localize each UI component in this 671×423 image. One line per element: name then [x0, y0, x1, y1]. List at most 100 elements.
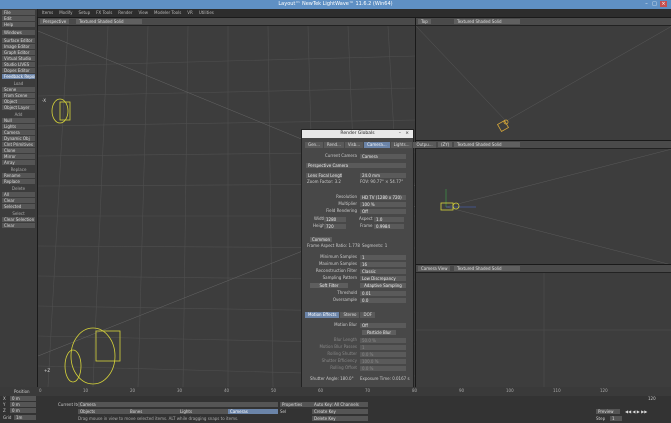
timeline[interactable]: 0 10 20 30 40 50 60 70 80 90 100 110 120: [37, 387, 671, 396]
load-scene-button[interactable]: Scene: [2, 87, 35, 92]
tab-lights[interactable]: Lights...: [390, 142, 413, 148]
camera-object[interactable]: [51, 98, 121, 385]
dialog-close-button[interactable]: ×: [405, 130, 409, 138]
blur-length-input[interactable]: 50.0 %: [360, 337, 406, 343]
graph-editor-button[interactable]: Graph Editor: [2, 50, 35, 55]
replace-button[interactable]: Replace: [2, 179, 35, 184]
aspect-input[interactable]: 1.0: [374, 216, 404, 222]
tab-modify[interactable]: Modify: [56, 9, 75, 17]
add-primitives-button[interactable]: Clnt Primitives: [2, 142, 35, 147]
play-controls-icon[interactable]: ◀◀ ◀ ▶ ▶▶: [625, 409, 647, 414]
load-object-layer-button[interactable]: Object Layer: [2, 105, 35, 110]
x-input[interactable]: 0 m: [10, 396, 36, 401]
particle-blur-toggle[interactable]: Particle Blur: [362, 330, 396, 335]
adaptive-sampling-toggle[interactable]: Adaptive Sampling: [360, 283, 406, 288]
tab-motion-effects[interactable]: Motion Effects: [305, 312, 340, 318]
feedback-report-button[interactable]: Feedback Report: [2, 74, 35, 79]
tab-items[interactable]: Items: [39, 9, 56, 17]
min-samples-input[interactable]: 1: [360, 254, 406, 260]
maximize-button[interactable]: □: [651, 1, 658, 7]
shutter-efficiency-input[interactable]: 100.0 %: [360, 358, 406, 364]
motion-blur-dropdown[interactable]: Off: [360, 322, 406, 328]
tab-fx-tools[interactable]: FX Tools: [93, 9, 115, 17]
tab-setup[interactable]: Setup: [75, 9, 93, 17]
tab-vr[interactable]: VR: [184, 9, 196, 17]
camera-viewport[interactable]: Camera View Textured Shaded Solid: [415, 264, 671, 388]
file-button[interactable]: File: [2, 10, 35, 15]
camera-type-dropdown[interactable]: Perspective Camera: [306, 162, 406, 168]
oversample-input[interactable]: 0.0: [360, 297, 406, 303]
add-dynamic-obj-button[interactable]: Dynamic Obj: [2, 136, 35, 141]
delete-all-button[interactable]: All: [2, 192, 35, 197]
camera-view-dropdown[interactable]: Camera View: [418, 266, 451, 271]
virtual-studio-button[interactable]: Virtual Studio: [2, 56, 35, 61]
array-button[interactable]: Array: [2, 160, 35, 165]
minimize-button[interactable]: –: [643, 1, 650, 7]
tab-view[interactable]: View: [136, 9, 152, 17]
bones-button[interactable]: Bones: [128, 409, 178, 414]
surface-editor-button[interactable]: Surface Editor: [2, 38, 35, 43]
tab-modeler-tools[interactable]: Modeler Tools: [151, 9, 184, 17]
cameras-button[interactable]: Cameras: [228, 409, 278, 414]
tab-output[interactable]: Outpu...: [413, 142, 436, 148]
max-samples-input[interactable]: 16: [360, 261, 406, 267]
delete-selected-button[interactable]: Selected: [2, 204, 35, 209]
camera-mode-dropdown[interactable]: Textured Shaded Solid: [454, 266, 520, 271]
step-input[interactable]: 1: [610, 416, 622, 421]
recon-filter-dropdown[interactable]: Classic: [360, 268, 406, 274]
tab-general[interactable]: Gen...: [305, 142, 323, 148]
current-camera-dropdown[interactable]: Camera: [360, 153, 406, 159]
threshold-input[interactable]: 0.01: [360, 290, 406, 296]
tab-visibility[interactable]: Visb...: [344, 142, 364, 148]
sampling-pattern-dropdown[interactable]: Low Discrepancy: [360, 275, 406, 281]
current-item-dropdown[interactable]: Camera: [78, 402, 278, 407]
load-from-scene-button[interactable]: From Scene: [2, 93, 35, 98]
right-camera-object[interactable]: [440, 202, 460, 211]
width-input[interactable]: 1280: [324, 216, 346, 222]
rename-button[interactable]: Rename: [2, 173, 35, 178]
delete-key-button[interactable]: Delete Key: [312, 416, 368, 421]
right-mode-dropdown[interactable]: Textured Shaded Solid: [454, 142, 520, 147]
dialog-minimize-button[interactable]: –: [399, 130, 401, 138]
tab-stereo[interactable]: Stereo: [340, 312, 360, 318]
grid-input[interactable]: 1m: [14, 415, 36, 420]
rolling-offset-input[interactable]: 0.0 %: [360, 365, 406, 371]
delete-clear-button[interactable]: Clear: [2, 198, 35, 203]
properties-button[interactable]: Properties: [280, 402, 312, 407]
blur-passes-input[interactable]: 1: [360, 344, 406, 350]
clone-button[interactable]: Clone: [2, 148, 35, 153]
load-object-button[interactable]: Object: [2, 99, 35, 104]
resolution-dropdown[interactable]: HD TV (1280 x 720): [360, 194, 406, 200]
add-camera-button[interactable]: Camera: [2, 130, 35, 135]
help-button[interactable]: Help: [2, 22, 35, 27]
top-viewport[interactable]: Top Textured Shaded Solid: [415, 17, 671, 142]
tab-dof[interactable]: DOF: [360, 312, 376, 318]
add-lights-button[interactable]: Lights: [2, 124, 35, 129]
render-mode-dropdown[interactable]: Textured Shaded Solid: [76, 19, 142, 24]
windows-button[interactable]: Windows: [2, 30, 35, 35]
height-input[interactable]: 720: [324, 223, 346, 229]
close-button[interactable]: ×: [660, 1, 667, 7]
lens-focal-input[interactable]: 24.0 mm: [360, 172, 406, 178]
right-cam-dropdown[interactable]: (ZY): [438, 142, 453, 147]
dopes-editor-button[interactable]: Dopes Editor: [2, 68, 35, 73]
top-mode-dropdown[interactable]: Textured Shaded Solid: [454, 19, 520, 24]
lights-button[interactable]: Lights: [178, 409, 228, 414]
multiplier-dropdown[interactable]: 100 %: [360, 201, 406, 207]
create-key-button[interactable]: Create Key: [312, 409, 368, 414]
z-input[interactable]: 0 m: [10, 408, 36, 413]
tab-camera[interactable]: Camera...: [364, 142, 390, 148]
tab-render[interactable]: Render: [115, 9, 135, 17]
mirror-button[interactable]: Mirror: [2, 154, 35, 159]
auto-key-toggle[interactable]: Auto Key: All Channels: [312, 402, 368, 407]
view-type-dropdown[interactable]: Perspective: [40, 19, 70, 24]
frame-input[interactable]: 0.9984: [374, 223, 404, 229]
common-button[interactable]: Common: [310, 237, 332, 242]
top-camera-object[interactable]: [496, 119, 510, 133]
tab-render[interactable]: Rend...: [323, 142, 344, 148]
right-viewport[interactable]: Right (ZY) Textured Shaded Solid: [415, 140, 671, 266]
image-editor-button[interactable]: Image Editor: [2, 44, 35, 49]
field-rendering-dropdown[interactable]: Off: [360, 208, 406, 214]
preview-dropdown[interactable]: Preview: [596, 409, 620, 414]
soft-filter-toggle[interactable]: Soft Filter: [310, 283, 348, 288]
